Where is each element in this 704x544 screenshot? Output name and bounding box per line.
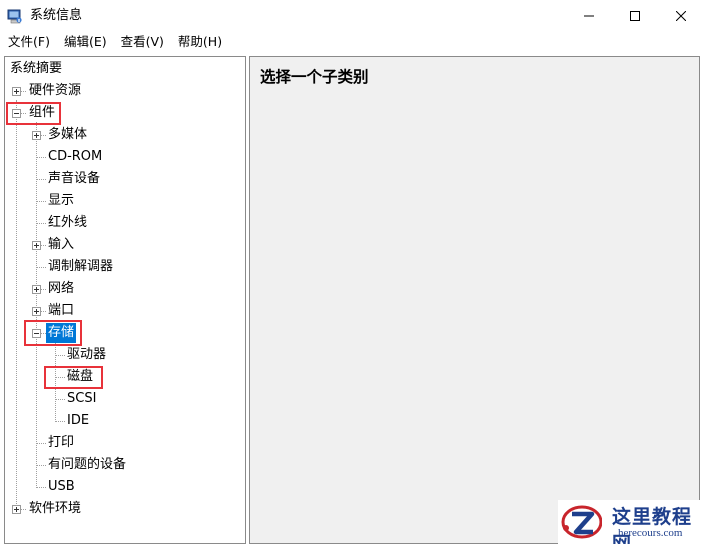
close-icon — [676, 11, 686, 21]
tree-line — [36, 465, 46, 466]
tree-line — [36, 201, 46, 202]
watermark: 这里教程网 herecours.com — [558, 500, 704, 544]
tree-item-input[interactable]: 输入 — [46, 235, 76, 255]
title-bar: 系统信息 — [0, 0, 704, 32]
watermark-site: herecours.com — [618, 527, 683, 539]
maximize-button[interactable] — [612, 0, 658, 32]
expand-icon[interactable] — [32, 131, 41, 140]
tree-line — [55, 399, 65, 400]
menu-edit[interactable]: 编辑(E) — [59, 32, 112, 52]
highlight-disks — [44, 366, 103, 389]
tree-line — [36, 223, 46, 224]
tree-item-infrared[interactable]: 红外线 — [46, 213, 89, 233]
tree-item-display[interactable]: 显示 — [46, 191, 76, 211]
tree-line — [36, 122, 37, 488]
site-logo-icon — [561, 505, 602, 539]
tree-line — [36, 443, 46, 444]
tree-line — [55, 355, 65, 356]
expand-icon[interactable] — [12, 87, 21, 96]
minimize-button[interactable] — [566, 0, 612, 32]
window-title: 系统信息 — [30, 8, 83, 23]
tree-line — [21, 509, 26, 510]
detail-heading: 选择一个子类别 — [260, 67, 369, 86]
tree-line — [55, 421, 65, 422]
tree-item-ports[interactable]: 端口 — [46, 301, 76, 321]
detail-panel: 选择一个子类别 — [249, 56, 700, 544]
expand-icon[interactable] — [12, 505, 21, 514]
menu-file[interactable]: 文件(F) — [3, 32, 55, 52]
expand-icon[interactable] — [32, 307, 41, 316]
tree-item-system-summary[interactable]: 系统摘要 — [8, 59, 64, 79]
tree-item-drives[interactable]: 驱动器 — [65, 345, 108, 365]
expand-icon[interactable] — [32, 241, 41, 250]
highlight-components — [6, 102, 61, 125]
tree-item-ide[interactable]: IDE — [65, 411, 91, 431]
tree-item-cdrom[interactable]: CD-ROM — [46, 147, 104, 167]
tree-item-usb[interactable]: USB — [46, 477, 77, 497]
tree-item-sound[interactable]: 声音设备 — [46, 169, 102, 189]
tree-item-multimedia[interactable]: 多媒体 — [46, 125, 89, 145]
tree-line — [36, 267, 46, 268]
tree-item-printing[interactable]: 打印 — [46, 433, 76, 453]
menu-bar: 文件(F) 编辑(E) 查看(V) 帮助(H) — [0, 32, 704, 52]
system-info-icon — [7, 9, 22, 24]
tree-line — [36, 157, 46, 158]
tree-item-modem[interactable]: 调制解调器 — [46, 257, 115, 277]
menu-view[interactable]: 查看(V) — [116, 32, 169, 52]
expand-icon[interactable] — [32, 285, 41, 294]
tree-line — [16, 100, 17, 510]
tree-line — [36, 179, 46, 180]
menu-help[interactable]: 帮助(H) — [173, 32, 227, 52]
tree-item-scsi[interactable]: SCSI — [65, 389, 98, 409]
tree-item-hardware-resources[interactable]: 硬件资源 — [27, 81, 83, 101]
tree-line — [21, 91, 26, 92]
close-button[interactable] — [658, 0, 704, 32]
minimize-icon — [584, 15, 594, 17]
tree-item-network[interactable]: 网络 — [46, 279, 76, 299]
tree-line — [36, 487, 46, 488]
tree-item-problem-devices[interactable]: 有问题的设备 — [46, 455, 128, 475]
highlight-storage — [24, 320, 82, 346]
maximize-icon — [630, 11, 640, 21]
tree-item-software-environment[interactable]: 软件环境 — [27, 499, 83, 519]
